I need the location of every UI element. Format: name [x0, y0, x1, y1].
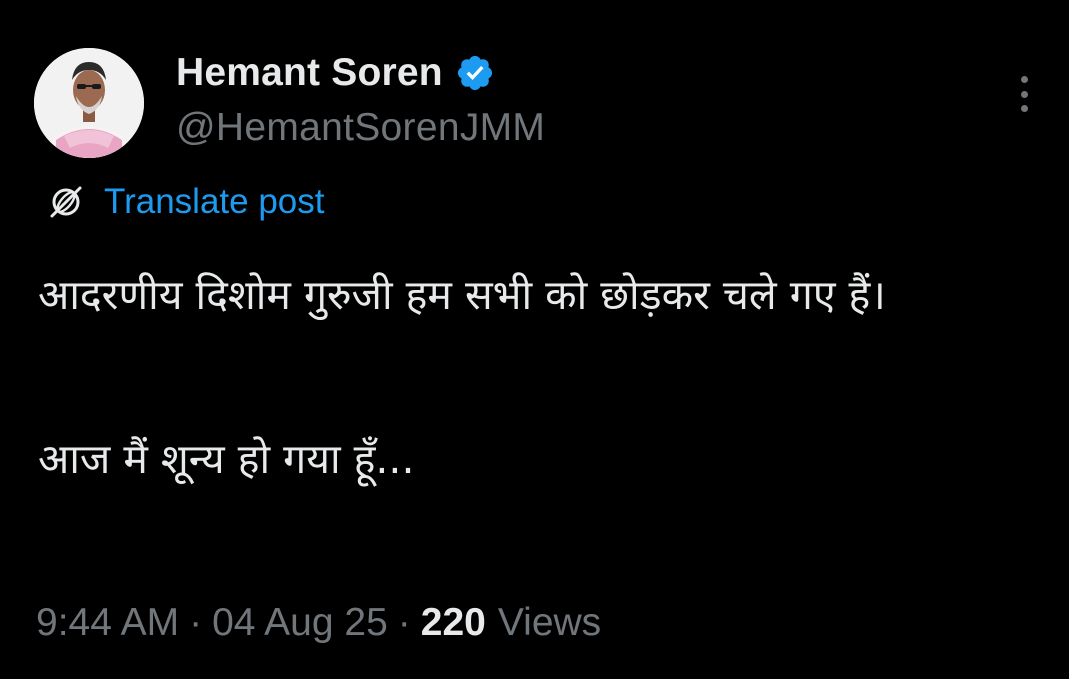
post-paragraph: आदरणीय दिशोम गुरुजी हम सभी को छोड़कर चले…: [38, 271, 886, 319]
translate-post-link[interactable]: Translate post: [44, 180, 324, 224]
meta-separator: ·: [189, 601, 203, 644]
post-time[interactable]: 9:44 AM: [36, 601, 179, 645]
translate-post-label[interactable]: Translate post: [104, 182, 324, 222]
more-vertical-icon-dot: [1020, 105, 1028, 112]
profile-photo: [34, 48, 144, 158]
verified-badge-icon[interactable]: [455, 53, 495, 93]
more-options-button[interactable]: [1009, 72, 1039, 116]
meta-separator: ·: [397, 601, 411, 644]
avatar[interactable]: [34, 48, 144, 158]
translate-globe-icon: [44, 180, 88, 224]
more-vertical-icon-dot: [1020, 90, 1028, 98]
post-text: आदरणीय दिशोम गुरुजी हम सभी को छोड़कर चले…: [38, 254, 1048, 500]
author-name-row: Hemant Soren: [176, 50, 495, 96]
author-handle[interactable]: @HemantSorenJMM: [176, 106, 545, 150]
post-metadata: 9:44 AM · 04 Aug 25 · 220 Views: [36, 598, 601, 648]
author-display-name[interactable]: Hemant Soren: [176, 51, 443, 95]
views-count: 220: [420, 601, 486, 644]
more-vertical-icon: [1020, 76, 1028, 83]
post-date[interactable]: 04 Aug 25: [212, 601, 388, 645]
views-label: Views: [497, 601, 602, 644]
post-paragraph: आज मैं शून्य हो गया हूँ...: [38, 435, 415, 483]
